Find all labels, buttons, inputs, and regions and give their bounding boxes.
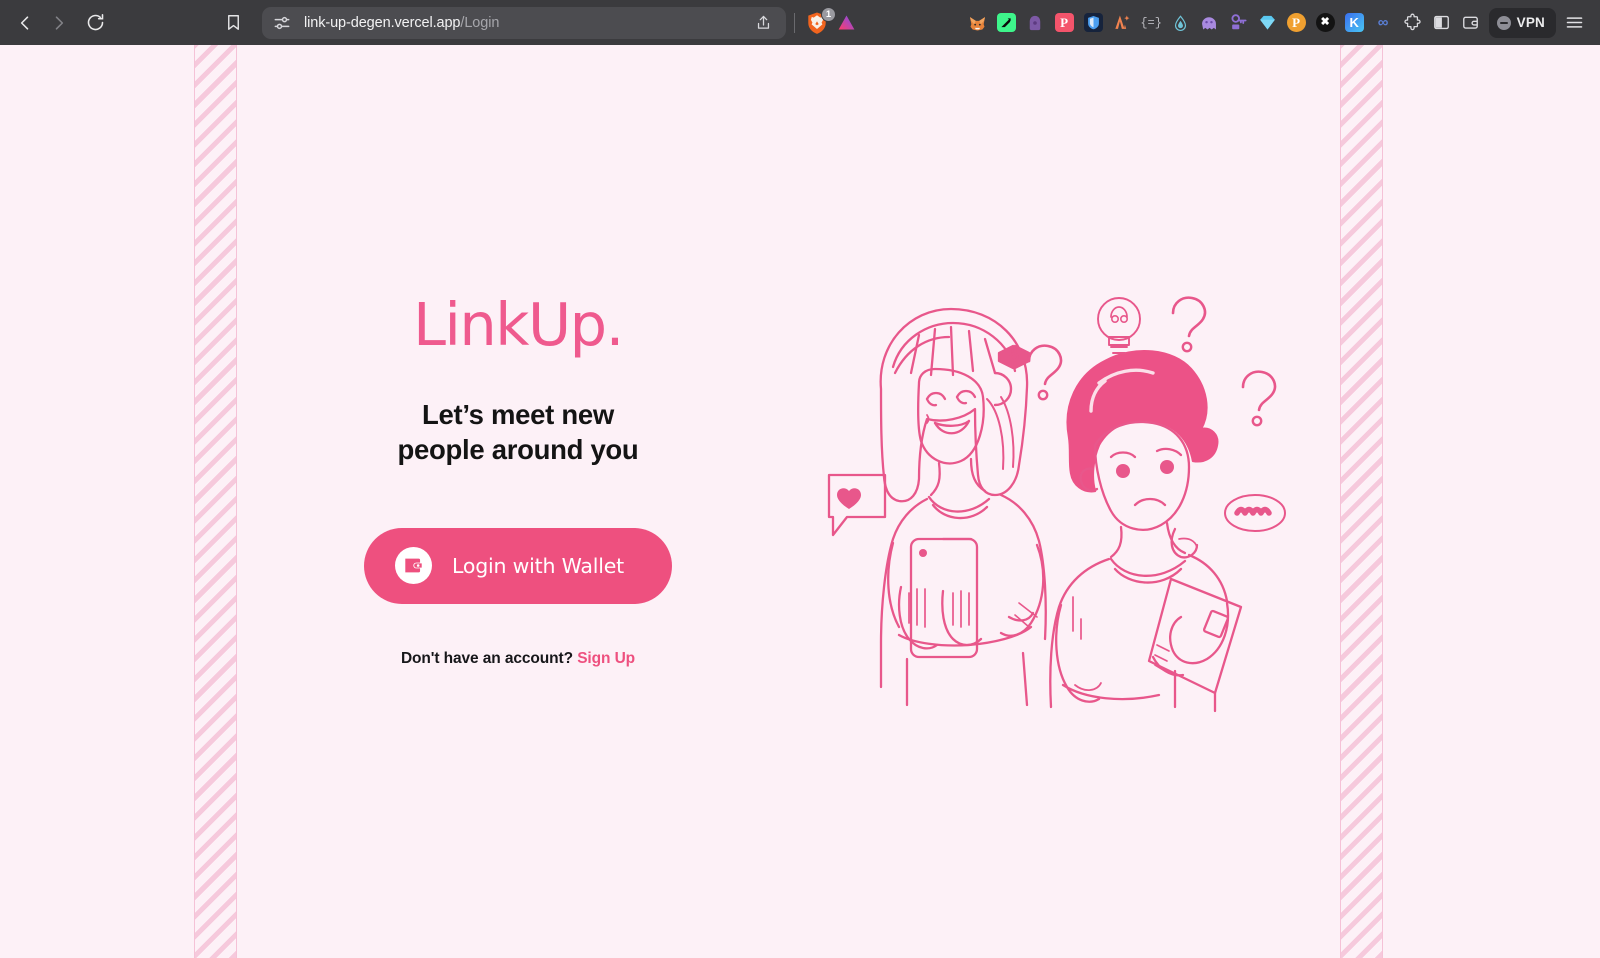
- x-black-circle-icon: ✖: [1315, 13, 1335, 32]
- brave-rewards-button[interactable]: [831, 6, 861, 40]
- puzzle-extensions-icon: [1404, 13, 1421, 31]
- signup-prompt-text: Don't have an account?: [400, 649, 573, 667]
- page-viewport: LinkUp. Let’s meet new people around you…: [0, 45, 1600, 958]
- extension-braces[interactable]: {=}: [1137, 8, 1166, 38]
- k-blue-icon: K: [1344, 13, 1364, 32]
- keeper-lock-icon: [1029, 15, 1041, 30]
- signup-prompt-row: Don't have an account? Sign Up: [401, 650, 635, 668]
- phantom-green-icon: [996, 13, 1016, 32]
- tagline-line-2: people around you: [397, 434, 639, 465]
- tagline-line-1: Let’s meet new: [422, 399, 614, 431]
- reload-button[interactable]: [78, 6, 112, 40]
- extension-diamond-gem[interactable]: [1253, 8, 1282, 38]
- extensions-tray: P {=} P ✖ K ∞ VPN: [963, 7, 1592, 39]
- bookmark-icon: [227, 15, 239, 30]
- extension-water-drop[interactable]: [1166, 8, 1195, 38]
- brave-wallet-button[interactable]: [1456, 8, 1485, 38]
- infinity-icon: ∞: [1377, 14, 1389, 31]
- extension-infinity[interactable]: ∞: [1369, 8, 1398, 38]
- sidebar-panel-icon: [1433, 15, 1449, 30]
- vpn-label: VPN: [1516, 15, 1545, 30]
- extension-metamask-fox[interactable]: [963, 8, 992, 38]
- key-lock-icon: [1231, 14, 1247, 30]
- extension-ghost[interactable]: [1195, 8, 1224, 38]
- share-button[interactable]: [750, 10, 776, 36]
- brave-rewards-triangle-icon: [838, 15, 854, 30]
- extension-x-black-circle[interactable]: ✖: [1311, 8, 1340, 38]
- brave-shields-button[interactable]: 1: [803, 6, 836, 37]
- chevron-left-icon: [20, 15, 29, 30]
- sliders-icon[interactable]: [272, 13, 292, 33]
- hamburger-menu-icon: [1566, 17, 1582, 28]
- lightbulb-icon: [1097, 296, 1141, 354]
- heart-chat-bubble-icon: [827, 473, 887, 536]
- p-circle-orange-icon: P: [1286, 13, 1306, 32]
- signup-link[interactable]: Sign Up: [577, 650, 635, 667]
- forward-button[interactable]: [42, 6, 76, 40]
- browser-menu-button[interactable]: [1558, 7, 1590, 39]
- extensions-puzzle-button[interactable]: [1398, 8, 1427, 38]
- question-mark-icon-1: [1171, 295, 1207, 352]
- girl-figure: [827, 307, 1047, 706]
- decorative-stripe-left: [194, 45, 237, 958]
- water-drop-icon: [1174, 14, 1186, 31]
- arc-star-icon: [1115, 15, 1130, 29]
- hero-section: LinkUp. Let’s meet new people around you…: [238, 45, 1340, 958]
- extension-arc-star[interactable]: [1108, 8, 1137, 38]
- extension-keeper-lock[interactable]: [1021, 8, 1050, 38]
- login-column: LinkUp. Let’s meet new people around you…: [238, 295, 798, 707]
- scribble-bubble-icon: [1224, 493, 1286, 532]
- login-button-label: Login with Wallet: [452, 553, 624, 578]
- ghost-icon: [1202, 16, 1217, 30]
- bookmark-button[interactable]: [216, 6, 250, 40]
- login-page-content: LinkUp. Let’s meet new people around you…: [238, 45, 1340, 958]
- boy-figure: [1049, 349, 1243, 712]
- page-title: LinkUp.: [413, 290, 624, 360]
- extension-bitwarden[interactable]: [1079, 8, 1108, 38]
- extension-p-circle-orange[interactable]: P: [1282, 8, 1311, 38]
- shields-badge-count: 1: [821, 6, 836, 22]
- pocket-icon: P: [1054, 13, 1074, 32]
- tagline: Let’s meet new people around you: [398, 398, 639, 467]
- decorative-stripe-right: [1340, 45, 1383, 958]
- braces-icon: {=}: [1140, 15, 1162, 30]
- toolbar-divider: [794, 12, 795, 33]
- browser-toolbar: link-up-degen.vercel.app/Login 1 P {=} P…: [0, 0, 1600, 45]
- sidebar-toggle-button[interactable]: [1427, 8, 1456, 38]
- extension-key-lock[interactable]: [1224, 8, 1253, 38]
- login-with-wallet-button[interactable]: Login with Wallet: [364, 527, 672, 604]
- two-people-illustration: [827, 295, 1286, 712]
- wallet-chrome-icon: [1462, 16, 1478, 29]
- reload-icon: [87, 14, 103, 31]
- back-button[interactable]: [8, 6, 42, 40]
- extension-k-blue[interactable]: K: [1340, 8, 1369, 38]
- wallet-glyph-icon: [405, 558, 422, 573]
- extension-phantom-green[interactable]: [992, 8, 1021, 38]
- extension-pocket[interactable]: P: [1050, 8, 1079, 38]
- hero-illustration: [798, 287, 1318, 717]
- question-mark-icon-2: [1027, 343, 1063, 400]
- share-upload-icon: [757, 15, 769, 29]
- url-path: /Login: [460, 14, 500, 31]
- vpn-button[interactable]: VPN: [1488, 7, 1556, 38]
- bitwarden-icon: [1083, 13, 1103, 32]
- vpn-status-icon: [1496, 15, 1511, 30]
- diamond-gem-icon: [1259, 15, 1275, 30]
- url-text: link-up-degen.vercel.app/Login: [304, 15, 750, 31]
- url-domain: link-up-degen.vercel.app: [304, 14, 461, 31]
- metamask-fox-icon: [969, 16, 985, 30]
- question-mark-icon-3: [1241, 369, 1277, 426]
- wallet-icon: [395, 547, 432, 585]
- chevron-right-icon: [55, 15, 64, 30]
- address-bar[interactable]: link-up-degen.vercel.app/Login: [262, 6, 786, 39]
